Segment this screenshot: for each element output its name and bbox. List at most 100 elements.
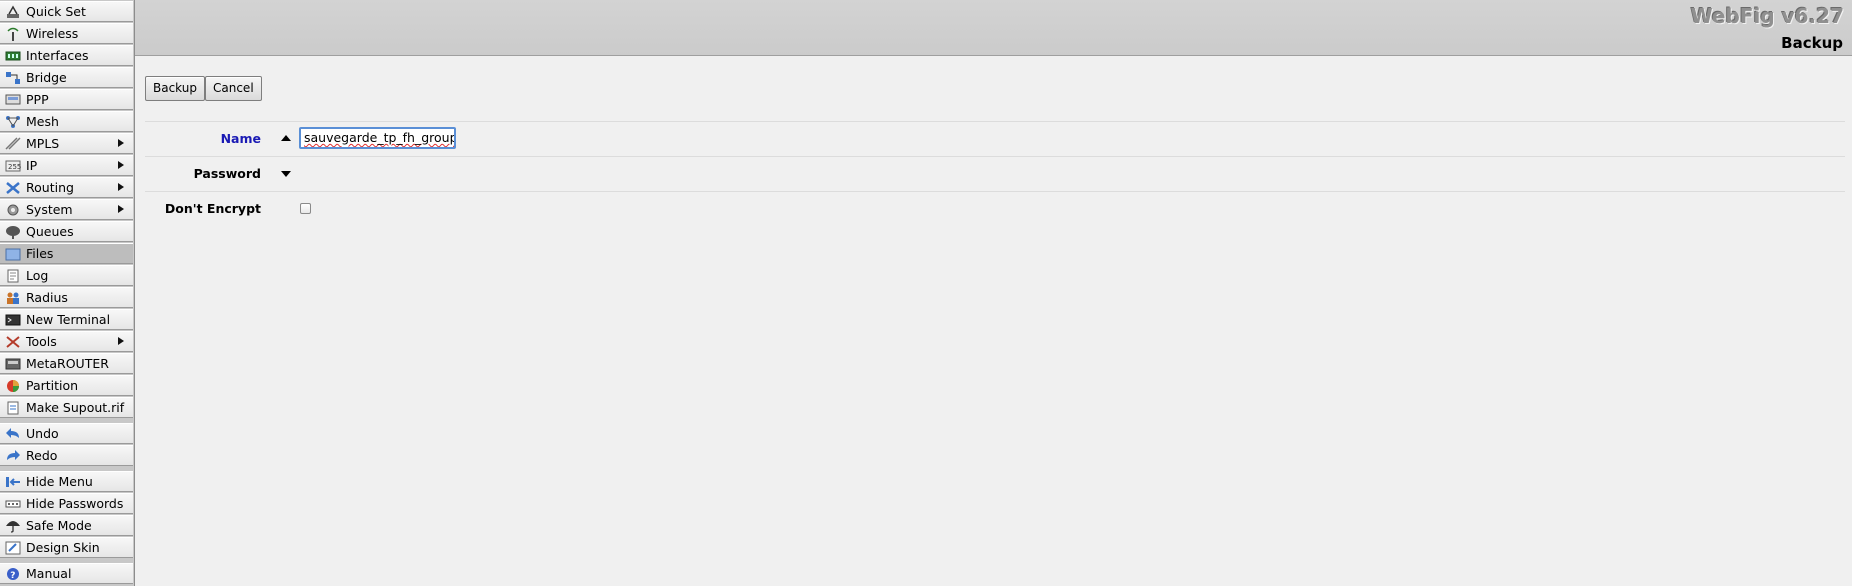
bridge-icon <box>5 71 21 85</box>
sidebar-item-radius[interactable]: Radius <box>0 287 133 308</box>
password-label: Password <box>193 166 261 181</box>
sidebar-item-redo[interactable]: Redo <box>0 445 133 466</box>
sidebar-item-bridge[interactable]: Bridge <box>0 67 133 88</box>
folder-icon <box>5 247 21 261</box>
sidebar-item-label: Manual <box>26 566 72 581</box>
sidebar-item-label: Log <box>26 268 49 283</box>
form-divider <box>145 156 1845 157</box>
sidebar-item-interfaces[interactable]: Interfaces <box>0 45 133 66</box>
backup-button[interactable]: Backup <box>145 76 205 101</box>
ppp-icon <box>5 93 21 107</box>
sidebar-item-log[interactable]: Log <box>0 265 133 286</box>
sidebar-item-label: MPLS <box>26 136 60 151</box>
partition-pie-icon <box>5 379 21 393</box>
name-input-value: sauvegarde_tp_fh_groupe <box>304 130 456 145</box>
sidebar-item-label: Interfaces <box>26 48 89 63</box>
sidebar-item-label: Partition <box>26 378 79 393</box>
sidebar-item-system[interactable]: System <box>0 199 133 220</box>
sidebar-menu: Quick Set Wireless Interfaces Bridge PPP Mesh… <box>0 0 135 586</box>
sidebar-item-hide-passwords[interactable]: Hide Passwords <box>0 493 133 514</box>
redo-icon <box>5 449 21 463</box>
sidebar-item-new-terminal[interactable]: New Terminal <box>0 309 133 330</box>
undo-icon <box>5 427 21 441</box>
ip-icon: 255 <box>5 159 21 173</box>
header-bar: WebFig v6.27 Backup <box>135 0 1852 56</box>
name-label: Name <box>220 131 261 146</box>
svg-text:255: 255 <box>8 163 21 171</box>
sidebar-item-ip[interactable]: 255 IP <box>0 155 133 176</box>
wireless-icon <box>5 27 21 41</box>
metarouter-icon <box>5 357 21 371</box>
log-icon <box>5 269 21 283</box>
radius-users-icon <box>5 291 21 305</box>
terminal-icon <box>5 313 21 327</box>
sidebar-item-manual[interactable]: ? Manual <box>0 563 133 584</box>
hide-passwords-icon <box>5 497 21 511</box>
routing-icon <box>5 181 21 195</box>
sidebar-item-label: Queues <box>26 224 74 239</box>
sidebar-item-metarouter[interactable]: MetaROUTER <box>0 353 133 374</box>
cancel-button[interactable]: Cancel <box>205 76 262 101</box>
sidebar-item-label: Make Supout.rif <box>26 400 125 415</box>
sidebar-item-partition[interactable]: Partition <box>0 375 133 396</box>
sidebar-item-files[interactable]: Files <box>0 243 133 264</box>
sidebar-item-label: Routing <box>26 180 74 195</box>
submenu-arrow-icon <box>118 183 124 191</box>
collapse-up-icon[interactable] <box>281 135 291 141</box>
sidebar-item-label: Bridge <box>26 70 67 85</box>
sidebar-item-label: PPP <box>26 92 49 107</box>
submenu-arrow-icon <box>118 161 124 169</box>
sidebar-item-ppp[interactable]: PPP <box>0 89 133 110</box>
svg-text:?: ? <box>10 571 15 581</box>
queues-icon <box>5 225 21 239</box>
mpls-icon <box>5 136 21 151</box>
sidebar-item-queues[interactable]: Queues <box>0 221 133 242</box>
sidebar-item-label: Hide Passwords <box>26 496 124 511</box>
submenu-arrow-icon <box>118 337 124 345</box>
sidebar-item-label: System <box>26 202 73 217</box>
form-divider <box>145 121 1845 122</box>
design-skin-icon <box>5 541 21 555</box>
interfaces-icon <box>5 49 21 63</box>
document-icon <box>5 401 21 415</box>
dont-encrypt-checkbox[interactable] <box>300 203 311 214</box>
sidebar-item-routing[interactable]: Routing <box>0 177 133 198</box>
sidebar-item-hide-menu[interactable]: Hide Menu <box>0 471 133 492</box>
system-gear-icon <box>5 203 21 217</box>
hide-menu-icon <box>5 475 21 489</box>
help-icon: ? <box>5 567 21 581</box>
sidebar-item-label: Undo <box>26 426 59 441</box>
sidebar-item-tools[interactable]: Tools <box>0 331 133 352</box>
sidebar-item-mesh[interactable]: Mesh <box>0 111 133 132</box>
sidebar-item-quick-set[interactable]: Quick Set <box>0 1 133 22</box>
mesh-icon <box>5 115 21 129</box>
tools-icon <box>5 335 21 349</box>
page-title: Backup <box>1781 34 1843 52</box>
sidebar-item-label: IP <box>26 158 38 173</box>
dont-encrypt-label: Don't Encrypt <box>164 201 261 216</box>
submenu-arrow-icon <box>118 139 124 147</box>
sidebar-item-mpls[interactable]: MPLS <box>0 133 133 154</box>
sidebar-item-wireless[interactable]: Wireless <box>0 23 133 44</box>
sidebar-item-label: Design Skin <box>26 540 100 555</box>
sidebar-item-label: Quick Set <box>26 4 86 19</box>
sidebar-item-label: Files <box>26 246 54 261</box>
sidebar-item-make-supout-rif[interactable]: Make Supout.rif <box>0 397 133 418</box>
sidebar-item-label: Radius <box>26 290 68 305</box>
form-divider <box>145 191 1845 192</box>
sidebar-item-label: Mesh <box>26 114 59 129</box>
umbrella-icon <box>5 519 21 533</box>
name-input[interactable]: sauvegarde_tp_fh_groupe <box>299 127 456 149</box>
sidebar-item-label: Tools <box>26 334 57 349</box>
expand-down-icon[interactable] <box>281 171 291 177</box>
sidebar-item-undo[interactable]: Undo <box>0 423 133 444</box>
sidebar-item-label: Wireless <box>26 26 79 41</box>
sidebar-item-label: Hide Menu <box>26 474 93 489</box>
quick-set-icon <box>5 4 21 19</box>
app-title: WebFig v6.27 <box>1690 4 1844 28</box>
sidebar-item-label: New Terminal <box>26 312 111 327</box>
sidebar-item-safe-mode[interactable]: Safe Mode <box>0 515 133 536</box>
submenu-arrow-icon <box>118 205 124 213</box>
sidebar-item-design-skin[interactable]: Design Skin <box>0 537 133 558</box>
sidebar-item-label: Safe Mode <box>26 518 92 533</box>
